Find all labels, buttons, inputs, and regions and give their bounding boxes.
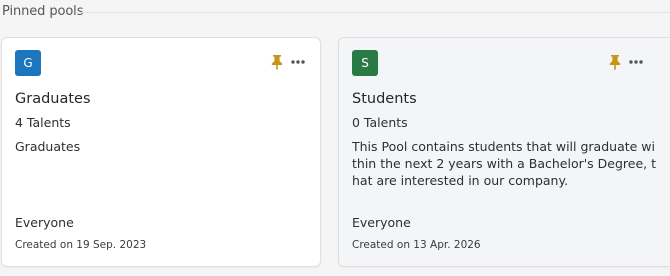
more-horizontal-icon[interactable] [291, 60, 305, 64]
section-divider [80, 12, 670, 13]
pool-card-graduates[interactable]: G Graduates 4 Talents Graduates Everyone… [1, 37, 321, 267]
pool-avatar: G [15, 50, 41, 76]
more-horizontal-icon[interactable] [629, 60, 643, 64]
section-title: Pinned pools [2, 4, 84, 19]
card-actions [270, 54, 305, 70]
talent-count: 4 Talents [15, 115, 71, 130]
pool-visibility: Everyone [352, 215, 411, 230]
pool-description: This Pool contains students that will gr… [352, 139, 657, 188]
pinned-pools-header: Pinned pools [0, 0, 670, 28]
pin-icon[interactable] [270, 54, 284, 70]
pool-name: Graduates [15, 91, 91, 107]
card-actions [608, 54, 643, 70]
pool-card-students[interactable]: S Students 0 Talents This Pool contains … [338, 37, 670, 267]
talent-count: 0 Talents [352, 115, 408, 130]
created-date: Created on 19 Sep. 2023 [15, 239, 147, 251]
pin-icon[interactable] [608, 54, 622, 70]
pool-visibility: Everyone [15, 215, 74, 230]
pool-description: Graduates [15, 139, 81, 154]
pool-avatar: S [352, 50, 378, 76]
created-date: Created on 13 Apr. 2026 [352, 239, 481, 251]
pool-name: Students [352, 91, 417, 107]
